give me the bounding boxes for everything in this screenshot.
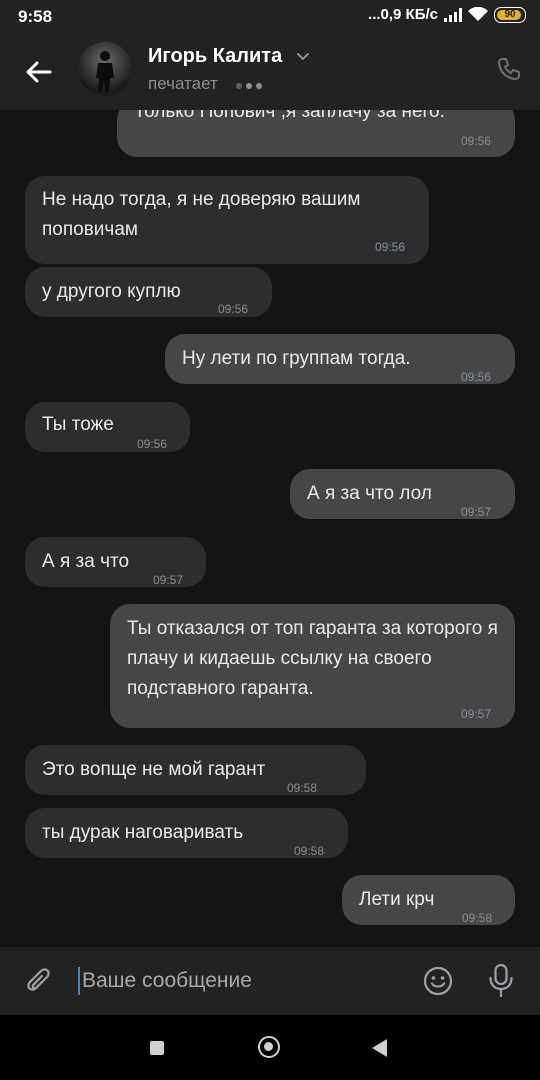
- status-right: ...0,9 КБ/с 90: [368, 6, 526, 23]
- recents-icon[interactable]: [150, 1041, 164, 1055]
- message-text: Только Попович ,я заплачу за него.: [134, 110, 445, 122]
- incoming-message[interactable]: Ты тоже 09:56: [25, 402, 190, 452]
- message-text: Ну лети по группам тогда.: [182, 348, 411, 369]
- status-time: 9:58: [18, 7, 53, 26]
- wifi-icon: [468, 7, 488, 21]
- text-cursor: [78, 967, 80, 995]
- contact-name[interactable]: Игорь Калита: [148, 45, 282, 68]
- emoji-icon[interactable]: [422, 965, 454, 997]
- typing-status: печатает: [148, 74, 218, 93]
- message-text: Не надо тогда, я не доверяю вашим попови…: [42, 189, 361, 240]
- incoming-message[interactable]: Не надо тогда, я не доверяю вашим попови…: [25, 176, 429, 264]
- paperclip-icon[interactable]: [22, 965, 56, 999]
- network-speed: ...0,9 КБ/с: [368, 6, 438, 23]
- message-text: Ты отказался от топ гаранта за которого …: [127, 618, 498, 699]
- message-input[interactable]: Ваше сообщение: [82, 969, 252, 993]
- message-time: 09:57: [461, 505, 492, 519]
- message-time: 09:58: [294, 844, 325, 858]
- outgoing-message[interactable]: Ты отказался от топ гаранта за которого …: [110, 604, 515, 728]
- incoming-message[interactable]: А я за что 09:57: [25, 537, 206, 587]
- chevron-down-icon[interactable]: [296, 52, 310, 62]
- avatar[interactable]: [78, 42, 132, 96]
- outgoing-message[interactable]: Лети крч 09:58: [342, 875, 515, 925]
- message-time: 09:58: [287, 781, 318, 795]
- signal-icon: [444, 7, 462, 22]
- status-bar: 9:58 ...0,9 КБ/с 90: [0, 0, 540, 34]
- phone-icon[interactable]: [496, 56, 522, 82]
- outgoing-message[interactable]: А я за что лол 09:57: [290, 469, 515, 519]
- message-time: 09:56: [461, 134, 492, 148]
- battery-level: 90: [504, 8, 516, 20]
- battery-icon: 90: [494, 6, 526, 23]
- message-text: ты дурак наговаривать: [42, 822, 244, 843]
- home-icon[interactable]: [258, 1036, 280, 1058]
- outgoing-message[interactable]: Ну лети по группам тогда. 09:56: [165, 334, 515, 384]
- message-list[interactable]: Только Попович ,я заплачу за него. 09:56 Н…: [0, 110, 540, 947]
- outgoing-message[interactable]: Только Попович ,я заплачу за него. 09:56: [117, 110, 515, 157]
- incoming-message[interactable]: у другого куплю 09:56: [25, 267, 272, 317]
- chat-header: Игорь Калита печатает: [0, 34, 540, 110]
- message-time: 09:58: [462, 911, 493, 925]
- incoming-message[interactable]: Это вопще не мой гарант 09:58: [25, 745, 366, 795]
- microphone-icon[interactable]: [487, 963, 515, 999]
- message-time: 09:57: [153, 573, 184, 587]
- typing-dots-icon: [236, 83, 262, 89]
- message-time: 09:56: [461, 370, 492, 384]
- back-arrow-icon[interactable]: [22, 56, 54, 88]
- message-time: 09:56: [218, 302, 249, 316]
- system-nav-bar: [0, 1015, 540, 1080]
- message-time: 09:56: [375, 240, 406, 254]
- incoming-message[interactable]: ты дурак наговаривать 09:58: [25, 808, 348, 858]
- nav-back-icon[interactable]: [372, 1039, 387, 1057]
- message-time: 09:57: [461, 707, 492, 721]
- message-time: 09:56: [137, 437, 168, 451]
- composer: Ваше сообщение: [0, 947, 540, 1015]
